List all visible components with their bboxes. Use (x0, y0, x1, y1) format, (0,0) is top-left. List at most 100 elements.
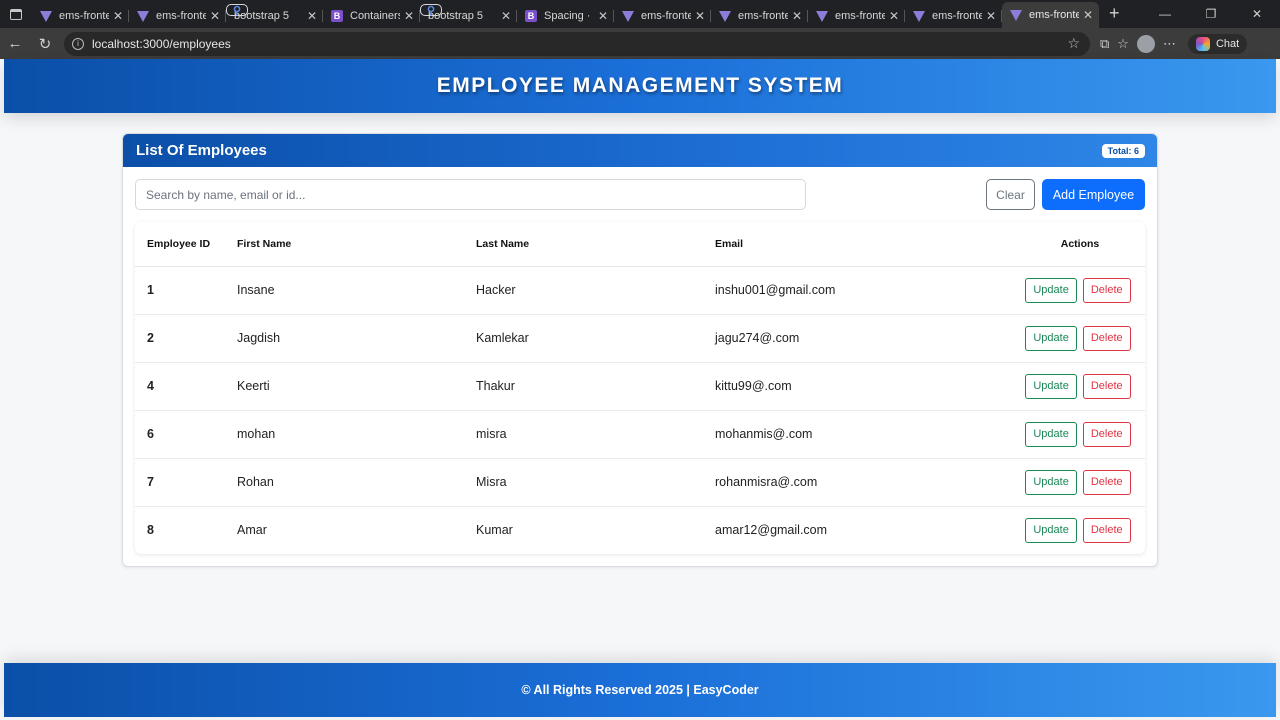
update-button[interactable]: Update (1025, 373, 1077, 399)
tab-close-icon[interactable]: ✕ (113, 9, 123, 23)
browser-tab[interactable]: ⚲ bootstrap 5 ✕ (226, 4, 323, 28)
clear-button[interactable]: Clear (986, 179, 1035, 210)
table-header-row: Employee ID First Name Last Name Email A… (135, 222, 1145, 267)
table-row: 2 Jagdish Kamlekar jagu274@.com Update Delete (135, 314, 1145, 363)
cell-email: amar12@gmail.com (715, 523, 828, 538)
tab-close-icon[interactable]: ✕ (404, 9, 414, 23)
cell-employee-id: 8 (147, 523, 154, 538)
column-header-first-name: First Name (227, 222, 466, 267)
browser-tab[interactable]: B Spacing · B ✕ (517, 4, 614, 28)
tab-list: ems-fronte ✕ ems-fronte ✕ ⚲ bootstrap 5 ✕ B Cont… (32, 0, 1099, 28)
reload-icon[interactable]: ↻ (30, 35, 60, 53)
favorites-icon[interactable]: ☆ (1117, 36, 1129, 52)
close-window-icon[interactable]: ✕ (1234, 0, 1280, 28)
delete-button[interactable]: Delete (1082, 517, 1131, 543)
tab-label: ems-fronte (156, 10, 206, 22)
search-icon: ⚲ (420, 4, 442, 17)
cell-last-name: Misra (466, 458, 705, 507)
cell-actions: Update Delete (955, 506, 1145, 554)
browser-tab[interactable]: B Containers ✕ (323, 4, 420, 28)
app-header: EMPLOYEE MANAGEMENT SYSTEM (4, 59, 1276, 113)
delete-button[interactable]: Delete (1082, 373, 1131, 399)
cell-email: mohanmis@.com (705, 410, 955, 459)
browser-toolbar: ← ↻ i localhost:3000/employees ☆ ⧉ ☆ ⋯ C… (0, 28, 1280, 59)
browser-tab[interactable]: ems-fronte ✕ (1002, 2, 1099, 28)
cell-email: jagu274@.com (705, 314, 955, 363)
browser-tab[interactable]: ems-fronte ✕ (32, 4, 129, 28)
bootstrap-icon: B (331, 10, 343, 22)
update-button[interactable]: Update (1025, 277, 1077, 303)
back-icon[interactable]: ← (0, 35, 30, 52)
update-button[interactable]: Update (1025, 421, 1077, 447)
address-bar[interactable]: i localhost:3000/employees ☆ (64, 31, 1090, 56)
cell-first-name: Keerti (227, 362, 466, 411)
tab-label: Spacing · B (544, 10, 594, 22)
delete-button[interactable]: Delete (1082, 469, 1131, 495)
browser-tab[interactable]: ems-fronte ✕ (905, 4, 1002, 28)
browser-tab[interactable]: ems-fronte ✕ (808, 4, 905, 28)
cell-employee-id: 1 (135, 266, 227, 315)
tab-close-icon[interactable]: ✕ (307, 9, 317, 23)
employee-table-wrapper: Employee ID First Name Last Name Email A… (135, 222, 1145, 554)
cell-last-name: Thakur (466, 362, 705, 411)
toolbar-icons: ⧉ ☆ ⋯ Chat (1100, 33, 1248, 54)
cell-first-name: Rohan (227, 458, 466, 507)
tab-label: ems-fronte (1029, 9, 1079, 21)
tab-label: ems-fronte (932, 10, 982, 22)
new-tab-icon[interactable]: + (1099, 3, 1130, 24)
more-menu-icon[interactable]: ⋯ (1163, 36, 1176, 52)
tab-close-icon[interactable]: ✕ (986, 9, 996, 23)
page-viewport: EMPLOYEE MANAGEMENT SYSTEM List Of Emplo… (0, 59, 1280, 720)
tab-close-icon[interactable]: ✕ (695, 9, 705, 23)
table-row: 6 mohan misra mohanmis@.com Update Delete (135, 410, 1145, 459)
tab-close-icon[interactable]: ✕ (792, 9, 802, 23)
column-header-id: Employee ID (135, 222, 227, 267)
copilot-icon (1195, 36, 1210, 51)
vite-icon (816, 10, 828, 22)
cell-actions: Update Delete (955, 458, 1145, 507)
extensions-icon[interactable]: ⧉ (1100, 36, 1109, 52)
tab-label: Containers (350, 10, 400, 22)
minimize-icon[interactable]: — (1142, 0, 1188, 28)
cell-email: rohanmisra@.com (705, 458, 955, 507)
cell-actions: Update Delete (955, 266, 1145, 315)
delete-button[interactable]: Delete (1082, 325, 1131, 351)
card-header: List Of Employees Total: 6 (123, 134, 1157, 167)
browser-tab[interactable]: ems-fronte ✕ (711, 4, 808, 28)
site-info-icon[interactable]: i (72, 37, 84, 50)
browser-tab-strip: ems-fronte ✕ ems-fronte ✕ ⚲ bootstrap 5 ✕ B Cont… (0, 0, 1280, 28)
browser-tab[interactable]: ems-fronte ✕ (129, 4, 226, 28)
browser-tab[interactable]: ems-fronte ✕ (614, 4, 711, 28)
employee-table: Employee ID First Name Last Name Email A… (135, 222, 1145, 554)
add-employee-button[interactable]: Add Employee (1042, 179, 1145, 210)
vite-icon (622, 10, 634, 22)
update-button[interactable]: Update (1025, 469, 1077, 495)
search-input[interactable] (135, 179, 806, 210)
vite-icon (1010, 9, 1022, 21)
table-row: 8 Amar Kumar amar12@gmail.com Update Delete (135, 506, 1145, 554)
tab-close-icon[interactable]: ✕ (210, 9, 220, 23)
tab-label: ems-fronte (738, 10, 788, 22)
total-badge: Total: 6 (1101, 143, 1145, 158)
tab-close-icon[interactable]: ✕ (501, 9, 511, 23)
bookmark-star-icon[interactable]: ☆ (1067, 35, 1080, 52)
copilot-chat-button[interactable]: Chat (1187, 33, 1248, 54)
tab-actions-icon[interactable] (0, 0, 32, 28)
tab-close-icon[interactable]: ✕ (598, 9, 608, 23)
delete-button[interactable]: Delete (1082, 421, 1131, 447)
controls-row: Clear Add Employee (135, 179, 1145, 210)
update-button[interactable]: Update (1025, 325, 1077, 351)
cell-email: kittu99@.com (705, 362, 955, 411)
cell-actions: Update Delete (955, 410, 1145, 459)
maximize-icon[interactable]: ❐ (1188, 0, 1234, 28)
tab-close-icon[interactable]: ✕ (1083, 8, 1093, 22)
cell-employee-id: 2 (135, 314, 227, 363)
delete-button[interactable]: Delete (1082, 277, 1131, 303)
table-row: 7 Rohan Misra rohanmisra@.com Update Delete (135, 458, 1145, 507)
page-title: EMPLOYEE MANAGEMENT SYSTEM (436, 74, 844, 97)
profile-avatar[interactable] (1136, 34, 1155, 53)
update-button[interactable]: Update (1025, 517, 1077, 543)
employee-list-card: List Of Employees Total: 6 Clear Add Emp… (122, 133, 1158, 567)
tab-close-icon[interactable]: ✕ (889, 9, 899, 23)
browser-tab[interactable]: ⚲ bootstrap 5 ✕ (420, 4, 517, 28)
